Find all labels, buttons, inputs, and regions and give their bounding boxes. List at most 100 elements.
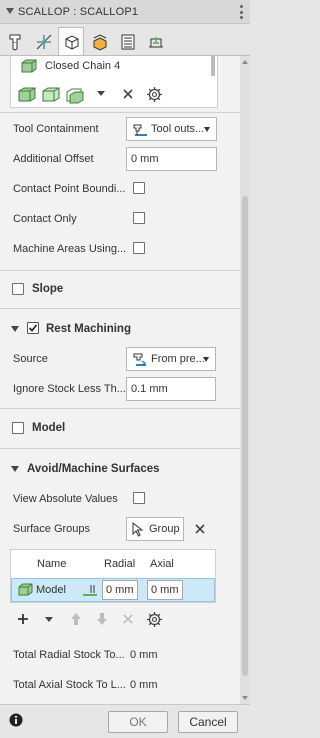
scrollbar[interactable] [240,56,250,704]
stock-offset-icon [83,585,97,596]
total-axial-stock-value: 0 mm [130,679,158,691]
surface-groups-table: Name Radial Axial Model 0 mm 0 mm [10,549,216,603]
additional-offset-label: Additional Offset [13,153,94,165]
contact-only-checkbox[interactable] [133,212,145,224]
passes-tab-icon [93,34,107,51]
axial-stock-field[interactable]: 0 mm [147,580,183,600]
cursor-select-icon [132,522,144,537]
linking-tab-icon [121,34,135,50]
scrollbar-thumb[interactable] [242,196,248,676]
tool-containment-dropdown[interactable]: Tool outs... [126,117,217,141]
gear-icon[interactable] [146,86,163,103]
rest-machining-checkbox[interactable] [27,322,39,334]
post-tab-icon [149,37,163,48]
geometry-tab-icon [36,34,52,50]
scroll-up-icon[interactable] [242,60,248,64]
dialog-footer: OK Cancel [0,704,250,738]
total-radial-stock-label: Total Radial Stock To... [13,649,125,661]
scroll-down-icon[interactable] [242,696,248,700]
divider [0,270,240,271]
select-silhouette-icon[interactable] [42,86,60,104]
selection-list-scrollbar[interactable] [211,56,215,76]
ignore-stock-field[interactable]: 0.1 mm [126,377,216,401]
divider [0,112,240,113]
from-previous-icon [133,353,147,366]
collapse-dialog-icon[interactable] [6,8,14,14]
selection-item[interactable]: Closed Chain 4 [45,60,120,72]
contact-point-boundary-checkbox[interactable] [133,182,145,194]
tab-passes[interactable] [86,27,112,55]
row-name: Model [36,584,66,596]
close-icon[interactable] [195,524,205,534]
radial-stock-field[interactable]: 0 mm [102,580,138,600]
tool-tab-icon [9,34,21,51]
rest-machining-section-title: Rest Machining [46,323,131,335]
model-section-title: Model [32,422,66,434]
tool-containment-value: Tool outs... [151,123,205,135]
table-row[interactable]: Model 0 mm 0 mm [11,578,215,602]
total-radial-stock-value: 0 mm [130,649,158,661]
additional-offset-field[interactable]: 0 mm [126,147,217,171]
ok-button[interactable]: OK [108,711,168,733]
view-absolute-values-label: View Absolute Values [13,493,118,505]
view-absolute-values-checkbox[interactable] [133,492,145,504]
source-dropdown[interactable]: From pre... [126,347,216,371]
source-value: From pre... [151,353,205,365]
move-up-icon[interactable] [70,612,82,626]
tab-linking[interactable] [114,27,140,55]
divider [0,448,240,449]
tab-geometry[interactable] [30,27,56,55]
divider [0,408,240,409]
tool-outside-icon [133,124,147,136]
chevron-down-icon[interactable] [45,617,53,623]
select-chain-icon[interactable] [66,86,84,104]
add-icon[interactable] [17,613,29,625]
tab-post[interactable] [142,27,168,55]
ignore-stock-value: 0.1 mm [131,383,168,395]
group-button-label: Group [149,523,180,535]
chevron-down-icon [203,357,209,362]
group-button[interactable]: Group [126,517,184,541]
cancel-button[interactable]: Cancel [178,711,238,733]
gear-icon[interactable] [146,611,163,628]
model-checkbox[interactable] [12,422,24,434]
table-header-axial: Axial [150,558,174,570]
source-label: Source [13,353,48,365]
heights-tab-icon [65,35,79,50]
more-options-icon[interactable] [238,5,244,19]
slope-section-title: Slope [32,283,64,295]
select-face-icon[interactable] [18,86,36,104]
checkmark-icon [28,324,38,332]
machine-areas-checkbox[interactable] [133,242,145,254]
avoid-machine-surfaces-title: Avoid/Machine Surfaces [27,463,160,475]
title-bar: SCALLOP : SCALLOP1 [0,0,250,24]
divider [0,308,240,309]
collapse-avoid-surfaces-icon[interactable] [11,466,19,472]
move-down-icon[interactable] [96,612,108,626]
slope-checkbox[interactable] [12,283,24,295]
ignore-stock-label: Ignore Stock Less Th... [13,383,126,395]
machine-areas-label: Machine Areas Using... [13,243,127,255]
total-axial-stock-label: Total Axial Stock To L... [13,679,126,691]
delete-icon[interactable] [123,614,133,624]
tab-heights[interactable] [58,27,84,55]
surface-groups-label: Surface Groups [13,523,91,535]
table-header-name: Name [37,558,67,570]
clear-selection-icon[interactable] [123,89,133,99]
contact-point-boundary-label: Contact Point Boundi... [13,183,126,195]
chain-icon [21,59,37,73]
additional-offset-value: 0 mm [131,153,159,165]
axial-stock-value: 0 mm [151,584,179,596]
tab-bar [0,24,250,56]
tool-containment-label: Tool Containment [13,123,99,135]
chevron-down-icon [204,127,210,132]
table-header-radial: Radial [104,558,136,570]
info-icon[interactable] [9,713,23,727]
model-body-icon [18,583,33,596]
radial-stock-value: 0 mm [106,584,134,596]
collapse-rest-machining-icon[interactable] [11,326,19,332]
chevron-down-icon[interactable] [97,91,105,97]
dialog-title: SCALLOP : SCALLOP1 [18,6,139,18]
contact-only-label: Contact Only [13,213,77,225]
tab-tool[interactable] [2,27,28,55]
